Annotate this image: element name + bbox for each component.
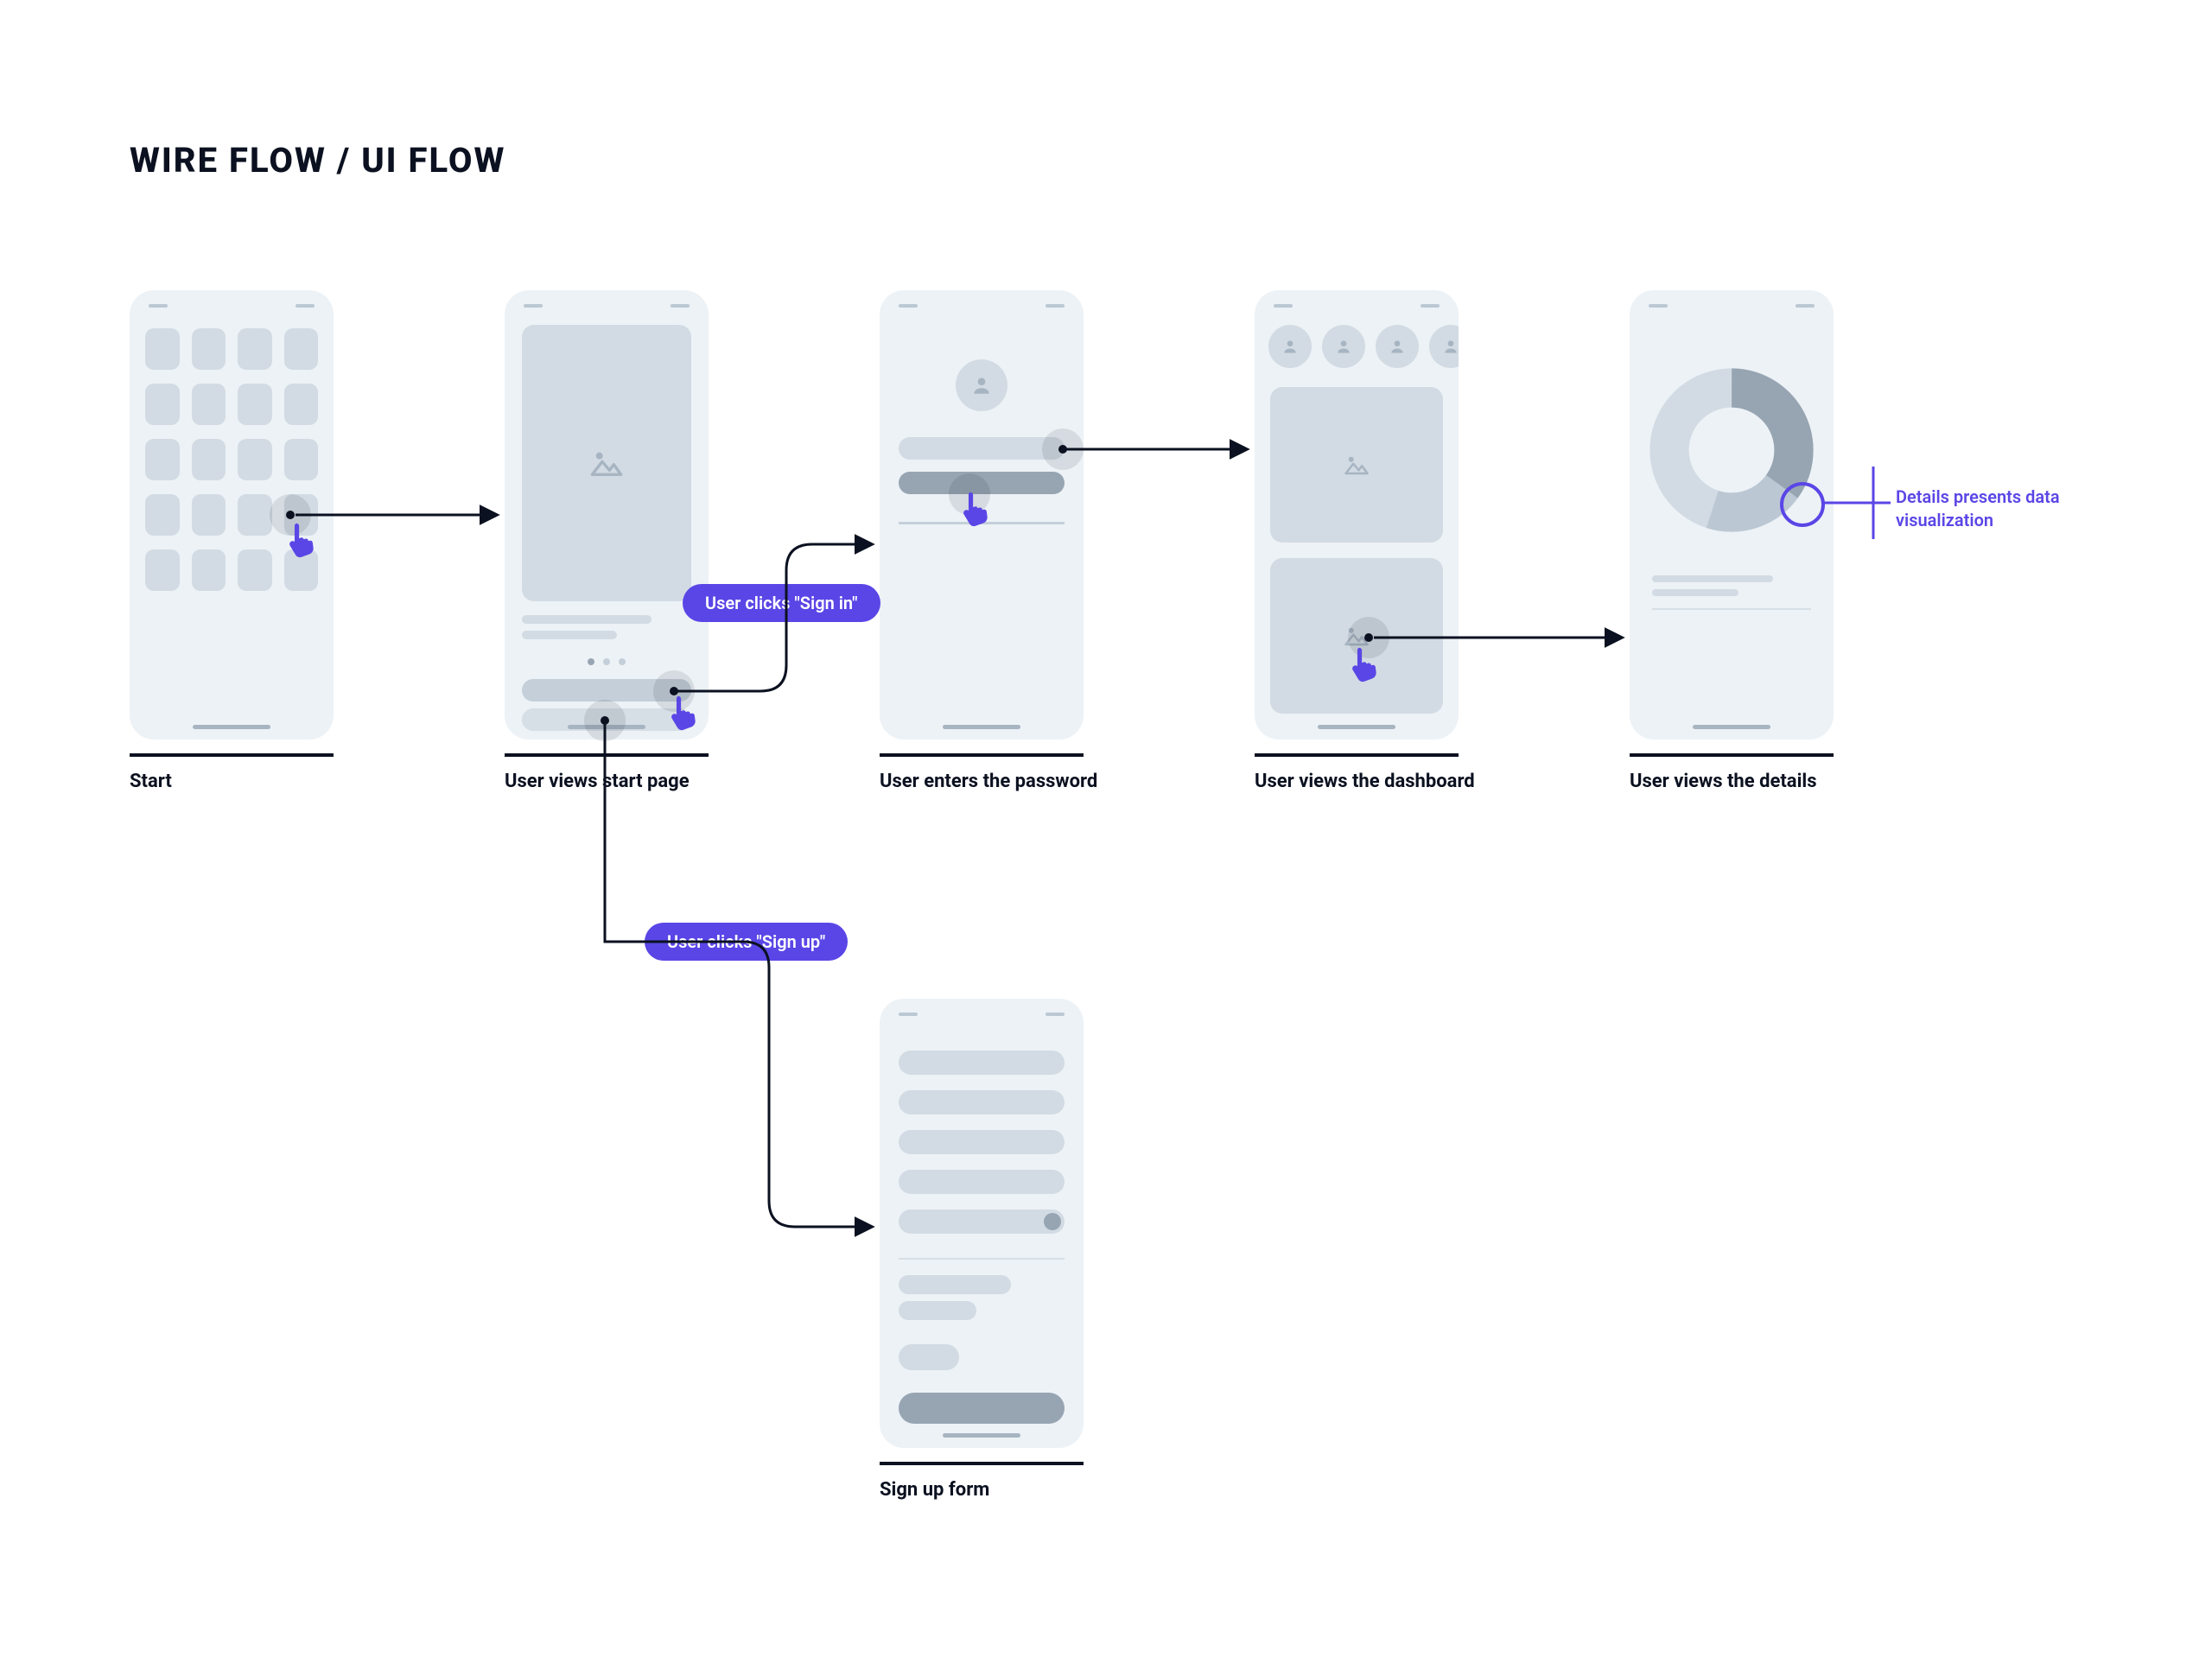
caption-rule bbox=[505, 753, 709, 757]
tap-dot bbox=[601, 716, 609, 725]
caption-startpage: User views start page bbox=[505, 769, 690, 795]
username-field[interactable] bbox=[899, 437, 1065, 460]
caption-signup: Sign up form bbox=[880, 1477, 989, 1503]
pointer-hand-icon bbox=[1344, 644, 1384, 684]
pointer-hand-icon bbox=[664, 693, 703, 733]
form-field[interactable] bbox=[899, 1090, 1065, 1114]
dashboard-card[interactable] bbox=[1270, 387, 1443, 543]
caption-rule bbox=[880, 1462, 1084, 1465]
form-field-with-toggle[interactable] bbox=[899, 1209, 1065, 1234]
secondary-button[interactable] bbox=[899, 1344, 959, 1370]
caption-rule bbox=[130, 753, 334, 757]
form-field[interactable] bbox=[899, 1130, 1065, 1154]
avatar-row bbox=[1268, 325, 1459, 368]
caption-dashboard: User views the dashboard bbox=[1255, 769, 1475, 795]
user-avatar-icon bbox=[956, 359, 1007, 411]
caption-start: Start bbox=[130, 769, 172, 795]
caption-password: User enters the password bbox=[880, 769, 1097, 795]
annotation-text: Details presents data visualization bbox=[1896, 486, 2138, 532]
annotation-highlight-circle bbox=[1780, 482, 1825, 527]
pointer-hand-icon bbox=[956, 489, 995, 529]
caption-rule bbox=[880, 753, 1084, 757]
caption-rule bbox=[1630, 753, 1834, 757]
text-stub bbox=[899, 1301, 976, 1320]
text-stub bbox=[899, 1275, 1011, 1294]
caption-details: User views the details bbox=[1630, 769, 1817, 795]
label-signup-click: User clicks "Sign up" bbox=[645, 923, 848, 961]
caption-rule bbox=[1255, 753, 1459, 757]
form-field[interactable] bbox=[899, 1170, 1065, 1194]
tap-dot bbox=[286, 511, 295, 519]
tap-dot bbox=[1058, 445, 1067, 454]
page-title: WIRE FLOW / UI FLOW bbox=[130, 140, 505, 181]
form-field[interactable] bbox=[899, 1051, 1065, 1075]
hero-image-placeholder bbox=[522, 325, 691, 601]
connector-lines bbox=[0, 0, 2212, 1676]
wireflow-diagram: WIRE FLOW / UI FLOW Start User views bbox=[0, 0, 2212, 1676]
screen-signup-form bbox=[880, 999, 1084, 1448]
primary-button[interactable] bbox=[899, 1393, 1065, 1424]
carousel-dots bbox=[588, 658, 626, 665]
tap-dot bbox=[1364, 633, 1373, 642]
pointer-hand-icon bbox=[282, 520, 321, 560]
label-signin-click: User clicks "Sign in" bbox=[683, 584, 880, 622]
